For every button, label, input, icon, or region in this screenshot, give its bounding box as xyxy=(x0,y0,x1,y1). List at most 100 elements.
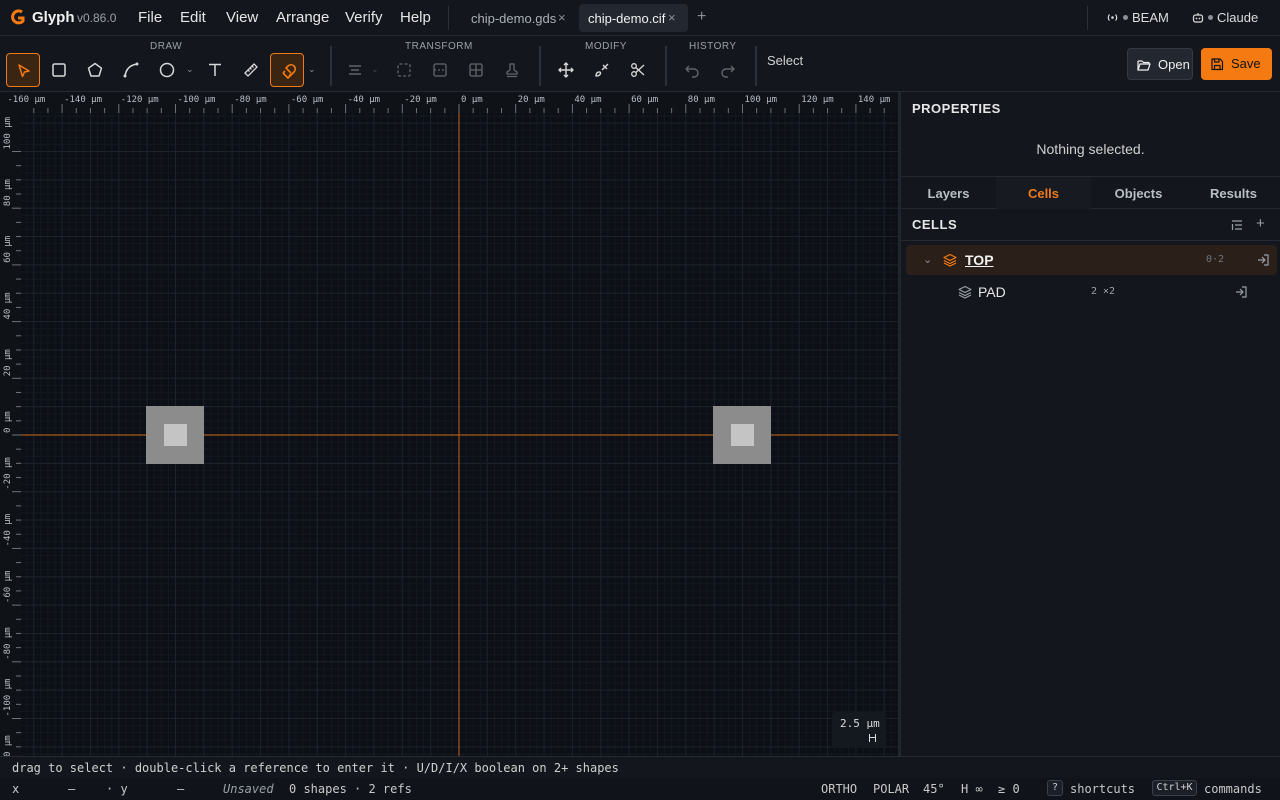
stamp-icon xyxy=(506,63,518,78)
close-icon[interactable]: × xyxy=(558,10,566,25)
cells-title: CELLS xyxy=(912,217,958,232)
split-tool-button[interactable] xyxy=(423,53,457,87)
enter-cell-icon[interactable] xyxy=(1234,285,1248,299)
undo-button[interactable] xyxy=(675,53,709,87)
shortcuts-link[interactable]: shortcuts xyxy=(1070,782,1135,796)
ortho-toggle[interactable]: ORTHO xyxy=(821,782,857,796)
save-icon xyxy=(1211,58,1224,71)
group-label-draw: DRAW xyxy=(150,41,183,52)
ge-indicator: ≥ 0 xyxy=(998,782,1020,796)
chevron-down-icon[interactable]: ⌄ xyxy=(308,64,316,75)
align-tool-button[interactable] xyxy=(338,53,372,87)
cursor-x-value: — xyxy=(68,782,76,796)
status-bar: x — · y — Unsaved 0 shapes · 2 refs ORTH… xyxy=(0,778,1280,800)
path-curve-icon xyxy=(123,62,139,78)
text-tool-button[interactable] xyxy=(198,53,232,87)
enter-cell-icon[interactable] xyxy=(1256,253,1270,267)
tab-objects[interactable]: Objects xyxy=(1091,177,1186,209)
y-tick-label: -60 µm xyxy=(3,571,13,604)
commands-key[interactable]: Ctrl+K xyxy=(1152,780,1197,796)
menu-file[interactable]: File xyxy=(138,9,162,26)
y-tick-label: 20 µm xyxy=(3,349,13,376)
toolbar-divider xyxy=(665,46,667,86)
add-tab-button[interactable]: + xyxy=(697,8,706,26)
x-tick-label: -160 µm xyxy=(7,95,45,105)
redo-button[interactable] xyxy=(711,53,745,87)
array-tool-button[interactable] xyxy=(459,53,493,87)
close-icon[interactable]: × xyxy=(668,10,676,25)
text-icon xyxy=(209,63,221,76)
menu-help[interactable]: Help xyxy=(400,9,431,26)
cut-tool-button[interactable] xyxy=(621,53,655,87)
cursor-icon xyxy=(18,64,30,78)
stamp-tool-button[interactable] xyxy=(495,53,529,87)
menu-bar: Glyph v0.86.0 File Edit View Arrange Ver… xyxy=(0,0,1280,36)
redo-icon xyxy=(721,65,735,78)
y-tick-label: -40 µm xyxy=(3,514,13,547)
ruler-tool-button[interactable] xyxy=(234,53,268,87)
x-tick-label: 0 µm xyxy=(461,95,483,105)
app-version: v0.86.0 xyxy=(77,11,117,25)
polar-toggle[interactable]: POLAR xyxy=(873,782,909,796)
circle-tool-button[interactable] xyxy=(150,53,184,87)
layers-icon xyxy=(958,285,972,299)
robot-icon xyxy=(1192,13,1204,23)
save-state: Unsaved xyxy=(223,782,274,796)
align-icon xyxy=(349,65,361,75)
menu-edit[interactable]: Edit xyxy=(180,9,206,26)
pad-inner-right xyxy=(731,424,754,446)
beam-status[interactable]: BEAM xyxy=(1106,10,1169,25)
tab-chip-demo-cif[interactable]: chip-demo.cif × xyxy=(579,4,688,32)
commands-link[interactable]: commands xyxy=(1204,782,1262,796)
rectangle-tool-button[interactable] xyxy=(42,53,76,87)
menu-arrange[interactable]: Arrange xyxy=(276,9,329,26)
tab-layers[interactable]: Layers xyxy=(901,177,996,209)
pad-inner-left xyxy=(164,424,187,446)
path-tool-button[interactable] xyxy=(114,53,148,87)
angle-snap[interactable]: 45° xyxy=(923,782,945,796)
status-dot xyxy=(1208,15,1213,21)
frame-icon xyxy=(397,63,411,77)
tab-cells[interactable]: Cells xyxy=(996,177,1091,209)
x-tick-label: 60 µm xyxy=(631,95,658,105)
toolbar-divider xyxy=(539,46,541,86)
tab-chip-demo-gds[interactable]: chip-demo.gds × xyxy=(462,4,574,32)
sort-list-icon[interactable] xyxy=(1231,219,1243,231)
chevron-down-icon[interactable]: ⌄ xyxy=(923,253,932,266)
menu-verify[interactable]: Verify xyxy=(345,9,383,26)
rectangle-icon xyxy=(52,63,66,77)
paint-tool-button[interactable] xyxy=(585,53,619,87)
save-button[interactable]: Save xyxy=(1201,48,1272,80)
canvas-surface[interactable]: -160 µm -140 µm -120 µm -100 µm -80 µm -60 µm… xyxy=(0,92,898,756)
open-label: Open xyxy=(1158,57,1190,72)
tab-results[interactable]: Results xyxy=(1186,177,1280,209)
toolbar-divider xyxy=(330,46,332,86)
cell-row-top[interactable]: ⌄ TOP 0·2 xyxy=(906,245,1277,275)
layout-canvas[interactable]: -160 µm -140 µm -120 µm -100 µm -80 µm -60 µm… xyxy=(0,92,898,756)
x-tick-label: -20 µm xyxy=(404,95,437,105)
cell-count: 2 ×2 xyxy=(1091,286,1116,297)
x-tick-label: -100 µm xyxy=(178,95,216,105)
snap-tool-button[interactable] xyxy=(270,53,304,87)
cell-count: 0·2 xyxy=(1206,254,1225,265)
x-tick-label: -60 µm xyxy=(291,95,324,105)
select-tool-button[interactable] xyxy=(6,53,40,87)
chevron-down-icon[interactable]: ⌄ xyxy=(186,64,194,75)
cursor-y-label: · y xyxy=(106,782,128,796)
menu-divider xyxy=(1087,6,1088,30)
add-cell-button[interactable]: + xyxy=(1256,215,1265,232)
tab-label: chip-demo.gds xyxy=(471,11,557,26)
distribute-tool-button[interactable] xyxy=(387,53,421,87)
move-tool-button[interactable] xyxy=(549,53,583,87)
chevron-down-icon[interactable]: ⌄ xyxy=(371,64,379,75)
shortcuts-key[interactable]: ? xyxy=(1047,780,1063,796)
claude-status[interactable]: Claude xyxy=(1192,10,1258,25)
menu-view[interactable]: View xyxy=(226,9,258,26)
y-tick-label: -100 µm xyxy=(3,679,13,717)
cell-row-pad[interactable]: PAD 2 ×2 xyxy=(906,277,1277,307)
polygon-tool-button[interactable] xyxy=(78,53,112,87)
open-button[interactable]: Open xyxy=(1127,48,1193,80)
save-label: Save xyxy=(1231,56,1261,71)
y-tick-label: -120 µm xyxy=(3,735,13,756)
h-indicator: H ∞ xyxy=(961,782,983,796)
